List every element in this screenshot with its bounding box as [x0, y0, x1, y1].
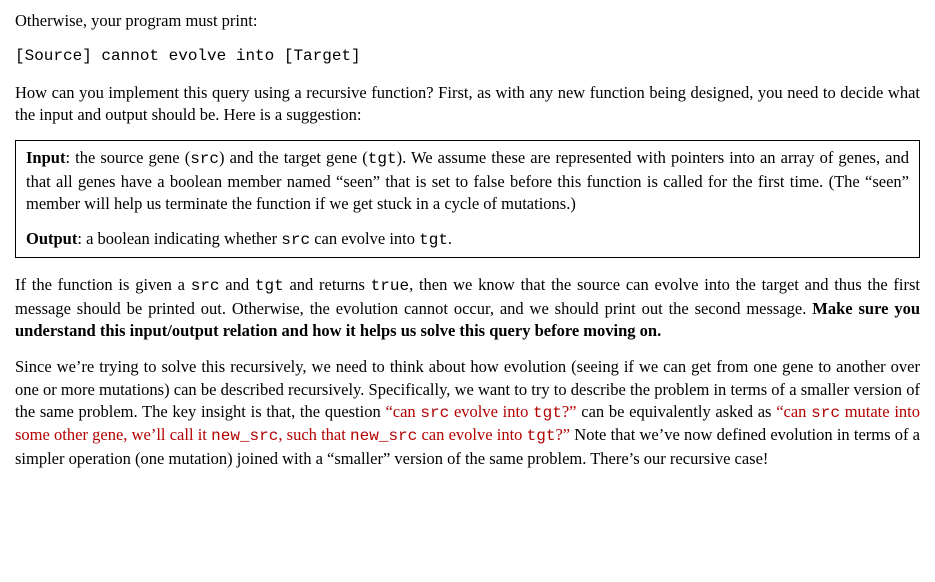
red1-src-code: src	[420, 404, 449, 422]
paragraph-otherwise: Otherwise, your program must print:	[15, 10, 920, 32]
red1-tgt-code: tgt	[533, 404, 562, 422]
red2-newsrc2-code: new_src	[350, 427, 417, 445]
input-text-1: : the source gene (	[65, 148, 190, 167]
if-text-1: If the function is given a	[15, 275, 191, 294]
paragraph-since-recursive: Since we’re trying to solve this recursi…	[15, 356, 920, 470]
red2-a: “can	[776, 402, 811, 421]
red2-newsrc-code: new_src	[211, 427, 278, 445]
output-text-1: : a boolean indicating whether	[77, 229, 281, 248]
input-spec: Input: the source gene (src) and the tar…	[26, 147, 909, 215]
input-label: Input	[26, 148, 65, 167]
io-spec-box: Input: the source gene (src) and the tar…	[15, 140, 920, 258]
input-tgt-code: tgt	[368, 150, 397, 168]
if-src-code: src	[191, 277, 220, 295]
output-text-3: .	[448, 229, 452, 248]
red2-c: , such that	[278, 425, 350, 444]
output-label: Output	[26, 229, 77, 248]
output-text-2: can evolve into	[310, 229, 419, 248]
if-true-code: true	[371, 277, 409, 295]
since-text-2: can be equivalently asked as	[577, 402, 777, 421]
output-src-code: src	[281, 231, 310, 249]
red2-tgt-code: tgt	[527, 427, 556, 445]
if-tgt-code: tgt	[255, 277, 284, 295]
if-text-3: and returns	[284, 275, 371, 294]
paragraph-how-can: How can you implement this query using a…	[15, 82, 920, 127]
paragraph-if-function: If the function is given a src and tgt a…	[15, 274, 920, 342]
if-text-2: and	[220, 275, 255, 294]
output-spec: Output: a boolean indicating whether src…	[26, 228, 909, 252]
red2-d: can evolve into	[417, 425, 526, 444]
red1-a: “can	[385, 402, 420, 421]
red2-e: ?”	[555, 425, 570, 444]
input-text-2: ) and the target gene (	[219, 148, 368, 167]
red1-c: ?”	[562, 402, 577, 421]
red2-src-code: src	[811, 404, 840, 422]
output-tgt-code: tgt	[419, 231, 448, 249]
red1-b: evolve into	[449, 402, 533, 421]
red-question-1: “can src evolve into tgt?”	[385, 402, 576, 421]
input-src-code: src	[190, 150, 219, 168]
code-output-cannot-evolve: [Source] cannot evolve into [Target]	[15, 46, 920, 68]
